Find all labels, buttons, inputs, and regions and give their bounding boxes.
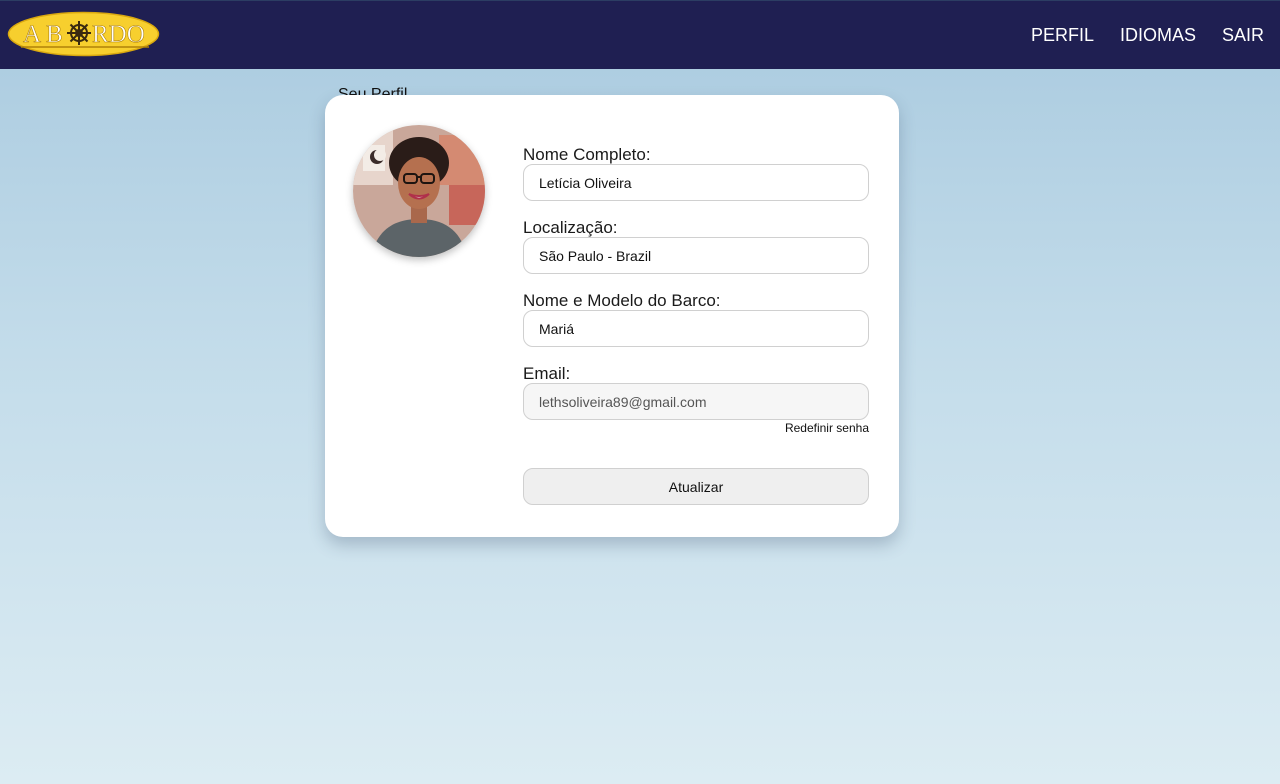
boat-field[interactable] <box>523 310 869 347</box>
profile-form: Nome Completo: Localização: Nome e Model… <box>523 145 869 505</box>
nav-sair-link[interactable]: SAIR <box>1222 25 1264 46</box>
name-label: Nome Completo: <box>523 145 651 164</box>
location-field[interactable] <box>523 237 869 274</box>
avatar[interactable] <box>353 125 485 257</box>
reset-password-link[interactable]: Redefinir senha <box>523 421 869 435</box>
location-label: Localização: <box>523 218 618 237</box>
location-group: Localização: <box>523 218 869 274</box>
top-navbar: A B RDO PERFIL IDIOMAS SAIR <box>0 0 1280 69</box>
email-group: Email: Redefinir senha <box>523 364 869 435</box>
main-nav: PERFIL IDIOMAS SAIR <box>1031 1 1280 70</box>
svg-text:B: B <box>46 21 63 48</box>
boat-group: Nome e Modelo do Barco: <box>523 291 869 347</box>
name-field[interactable] <box>523 164 869 201</box>
name-group: Nome Completo: <box>523 145 869 201</box>
boat-label: Nome e Modelo do Barco: <box>523 291 721 310</box>
abordo-logo[interactable]: A B RDO <box>7 11 160 57</box>
profile-card: Nome Completo: Localização: Nome e Model… <box>325 95 899 537</box>
nav-perfil-link[interactable]: PERFIL <box>1031 25 1094 46</box>
email-label: Email: <box>523 364 571 383</box>
svg-text:A: A <box>23 21 41 48</box>
nav-idiomas-link[interactable]: IDIOMAS <box>1120 25 1196 46</box>
update-button[interactable]: Atualizar <box>523 468 869 505</box>
svg-text:RDO: RDO <box>92 21 145 48</box>
email-field[interactable] <box>523 383 869 420</box>
